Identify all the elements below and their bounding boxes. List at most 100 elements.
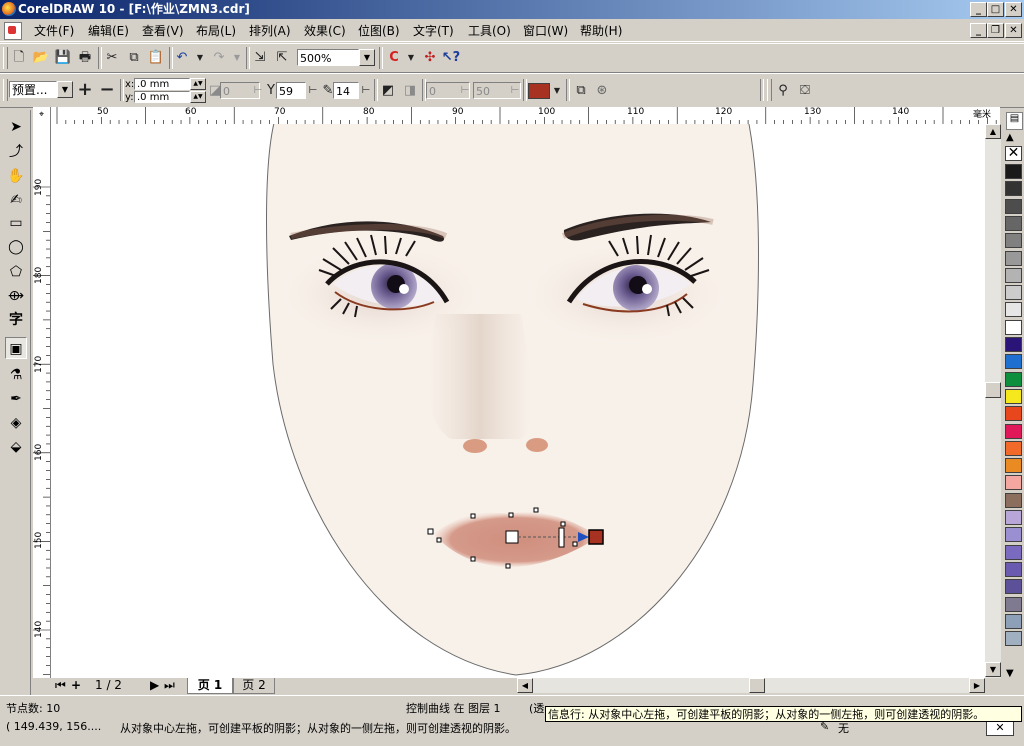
add-page-icon[interactable]: + (71, 678, 81, 693)
preset-select[interactable]: 预置... (9, 81, 57, 98)
paintbucket-icon[interactable]: ⛋ (795, 81, 815, 101)
vertical-ruler[interactable]: 190 180 170 160 150 140 (33, 124, 51, 678)
no-fill-swatch[interactable]: ✕ (1005, 146, 1022, 161)
first-page-icon[interactable]: ⏮ (55, 678, 66, 693)
drawing-canvas[interactable] (51, 124, 1000, 678)
undo-icon[interactable]: ↶ (172, 48, 192, 68)
feather-slider-icon[interactable]: ⊢ (356, 81, 376, 101)
doc-close-button[interactable]: ✕ (1005, 23, 1022, 38)
palette-color-swatch[interactable] (1005, 233, 1022, 249)
menu-arrange[interactable]: 排列(A) (249, 22, 291, 39)
palette-color-swatch[interactable] (1005, 596, 1022, 612)
palette-color-swatch[interactable] (1005, 613, 1022, 629)
palette-scroll-up-icon[interactable]: ▲ (1006, 132, 1014, 143)
redo-icon[interactable]: ↷ (209, 48, 229, 68)
palette-scroll-down-icon[interactable]: ▼ (1006, 668, 1014, 679)
palette-color-swatch[interactable] (1005, 354, 1022, 370)
palette-color-swatch[interactable] (1005, 181, 1022, 197)
palette-color-swatch[interactable] (1005, 250, 1022, 266)
open-folder-icon[interactable]: 📂 (31, 48, 51, 68)
minimize-button[interactable]: _ (970, 2, 987, 17)
palette-color-swatch[interactable] (1005, 302, 1022, 318)
horizontal-scrollbar[interactable]: ◀ ▶ (517, 678, 985, 693)
zoom-level-input[interactable]: 500% (297, 49, 359, 66)
import-icon[interactable]: ⇲ (250, 48, 270, 68)
toolbar-grip[interactable] (3, 79, 8, 101)
preset-dropdown-button[interactable]: ▼ (57, 81, 73, 98)
print-icon[interactable]: 🖶 (75, 48, 95, 68)
palette-color-swatch[interactable] (1005, 371, 1022, 387)
eyedropper-icon[interactable]: ⚲ (773, 81, 793, 101)
remove-preset-icon[interactable]: − (97, 80, 117, 100)
menu-bitmaps[interactable]: 位图(B) (358, 22, 400, 39)
paste-icon[interactable]: 📋 (146, 48, 166, 68)
next-page-icon[interactable]: ▶ (150, 678, 159, 693)
shadow-opacity-input[interactable]: 59 (276, 82, 306, 99)
fill-tool-icon[interactable]: ◈ (5, 412, 27, 434)
shadow-offset-y-input[interactable]: .0 mm (134, 91, 190, 103)
stretch-slider-icon[interactable]: ⊢ (505, 81, 525, 101)
horizontal-ruler[interactable]: 50 60 70 80 90 100 110 120 130 140 毫米 (51, 107, 1000, 125)
toolbar-grip[interactable] (3, 47, 8, 69)
feather-edges-icon[interactable]: ◨ (400, 81, 420, 101)
palette-color-swatch[interactable] (1005, 388, 1022, 404)
hand-tool-icon[interactable]: ✋ (5, 165, 27, 187)
offset-x-spinner[interactable]: ▲▼ (190, 78, 206, 90)
menu-file[interactable]: 文件(F) (34, 22, 74, 39)
palette-color-swatch[interactable] (1005, 423, 1022, 439)
palette-color-swatch[interactable] (1005, 579, 1022, 595)
page-tab-1[interactable]: 页 1 (187, 678, 233, 694)
outline-tool-icon[interactable]: ✒ (5, 388, 27, 410)
fade-slider-icon[interactable]: ⊢ (455, 81, 475, 101)
eyedropper-tool-icon[interactable]: ⚗ (5, 364, 27, 386)
shadow-offset-x-input[interactable]: .0 mm (134, 78, 190, 90)
document-icon[interactable] (4, 22, 22, 40)
interactive-shadow-tool-icon[interactable]: ▣ (5, 337, 27, 359)
doc-minimize-button[interactable]: _ (970, 23, 987, 38)
menu-window[interactable]: 窗口(W) (523, 22, 568, 39)
palette-color-swatch[interactable] (1005, 267, 1022, 283)
copy-shadow-properties-icon[interactable]: ⧉ (571, 81, 591, 101)
add-preset-icon[interactable]: + (75, 80, 95, 100)
scroll-up-button[interactable]: ▲ (985, 124, 1001, 139)
offset-y-spinner[interactable]: ▲▼ (190, 91, 206, 103)
export-icon[interactable]: ⇱ (272, 48, 292, 68)
palette-color-swatch[interactable] (1005, 631, 1022, 647)
menu-edit[interactable]: 编辑(E) (88, 22, 129, 39)
palette-color-swatch[interactable] (1005, 215, 1022, 231)
cut-icon[interactable]: ✂ (102, 48, 122, 68)
freehand-tool-icon[interactable]: ✍ (5, 189, 27, 211)
redo-dropdown-icon[interactable]: ▼ (227, 48, 247, 68)
launcher-dropdown-icon[interactable]: ▼ (401, 48, 421, 68)
palette-color-swatch[interactable] (1005, 475, 1022, 491)
page-tab-2[interactable]: 页 2 (233, 678, 275, 694)
palette-color-swatch[interactable] (1005, 492, 1022, 508)
undo-dropdown-icon[interactable]: ▼ (190, 48, 210, 68)
menu-tools[interactable]: 工具(O) (468, 22, 511, 39)
pick-tool-icon[interactable]: ➤ (5, 116, 27, 138)
palette-color-swatch[interactable] (1005, 164, 1022, 179)
zoom-dropdown-button[interactable]: ▼ (359, 49, 375, 66)
corel-online-icon[interactable]: ✣ (420, 48, 440, 68)
maximize-button[interactable]: □ (987, 2, 1004, 17)
interactive-fill-tool-icon[interactable]: ⬙ (5, 436, 27, 458)
new-document-icon[interactable]: 🗋 (9, 48, 29, 68)
palette-color-swatch[interactable] (1005, 337, 1022, 352)
ellipse-tool-icon[interactable]: ◯ (5, 236, 27, 258)
toolbar-grip[interactable] (767, 79, 772, 101)
shadow-color-dropdown-icon[interactable]: ▼ (547, 81, 567, 101)
face-illustration[interactable] (51, 124, 1000, 678)
whats-this-help-icon[interactable]: ↖? (441, 48, 461, 68)
palette-color-swatch[interactable] (1005, 458, 1022, 474)
palette-color-swatch[interactable] (1005, 544, 1022, 560)
feather-direction-icon[interactable]: ◩ (378, 81, 398, 101)
palette-color-swatch[interactable] (1005, 198, 1022, 214)
coreldraw-app-icon[interactable] (2, 2, 16, 16)
palette-color-swatch[interactable] (1005, 440, 1022, 456)
horizontal-scroll-thumb[interactable] (749, 678, 765, 693)
vertical-scroll-thumb[interactable] (985, 382, 1001, 398)
menu-layout[interactable]: 布局(L) (196, 22, 236, 39)
menu-text[interactable]: 文字(T) (413, 22, 454, 39)
scroll-left-button[interactable]: ◀ (517, 678, 533, 693)
palette-color-swatch[interactable] (1005, 406, 1022, 422)
